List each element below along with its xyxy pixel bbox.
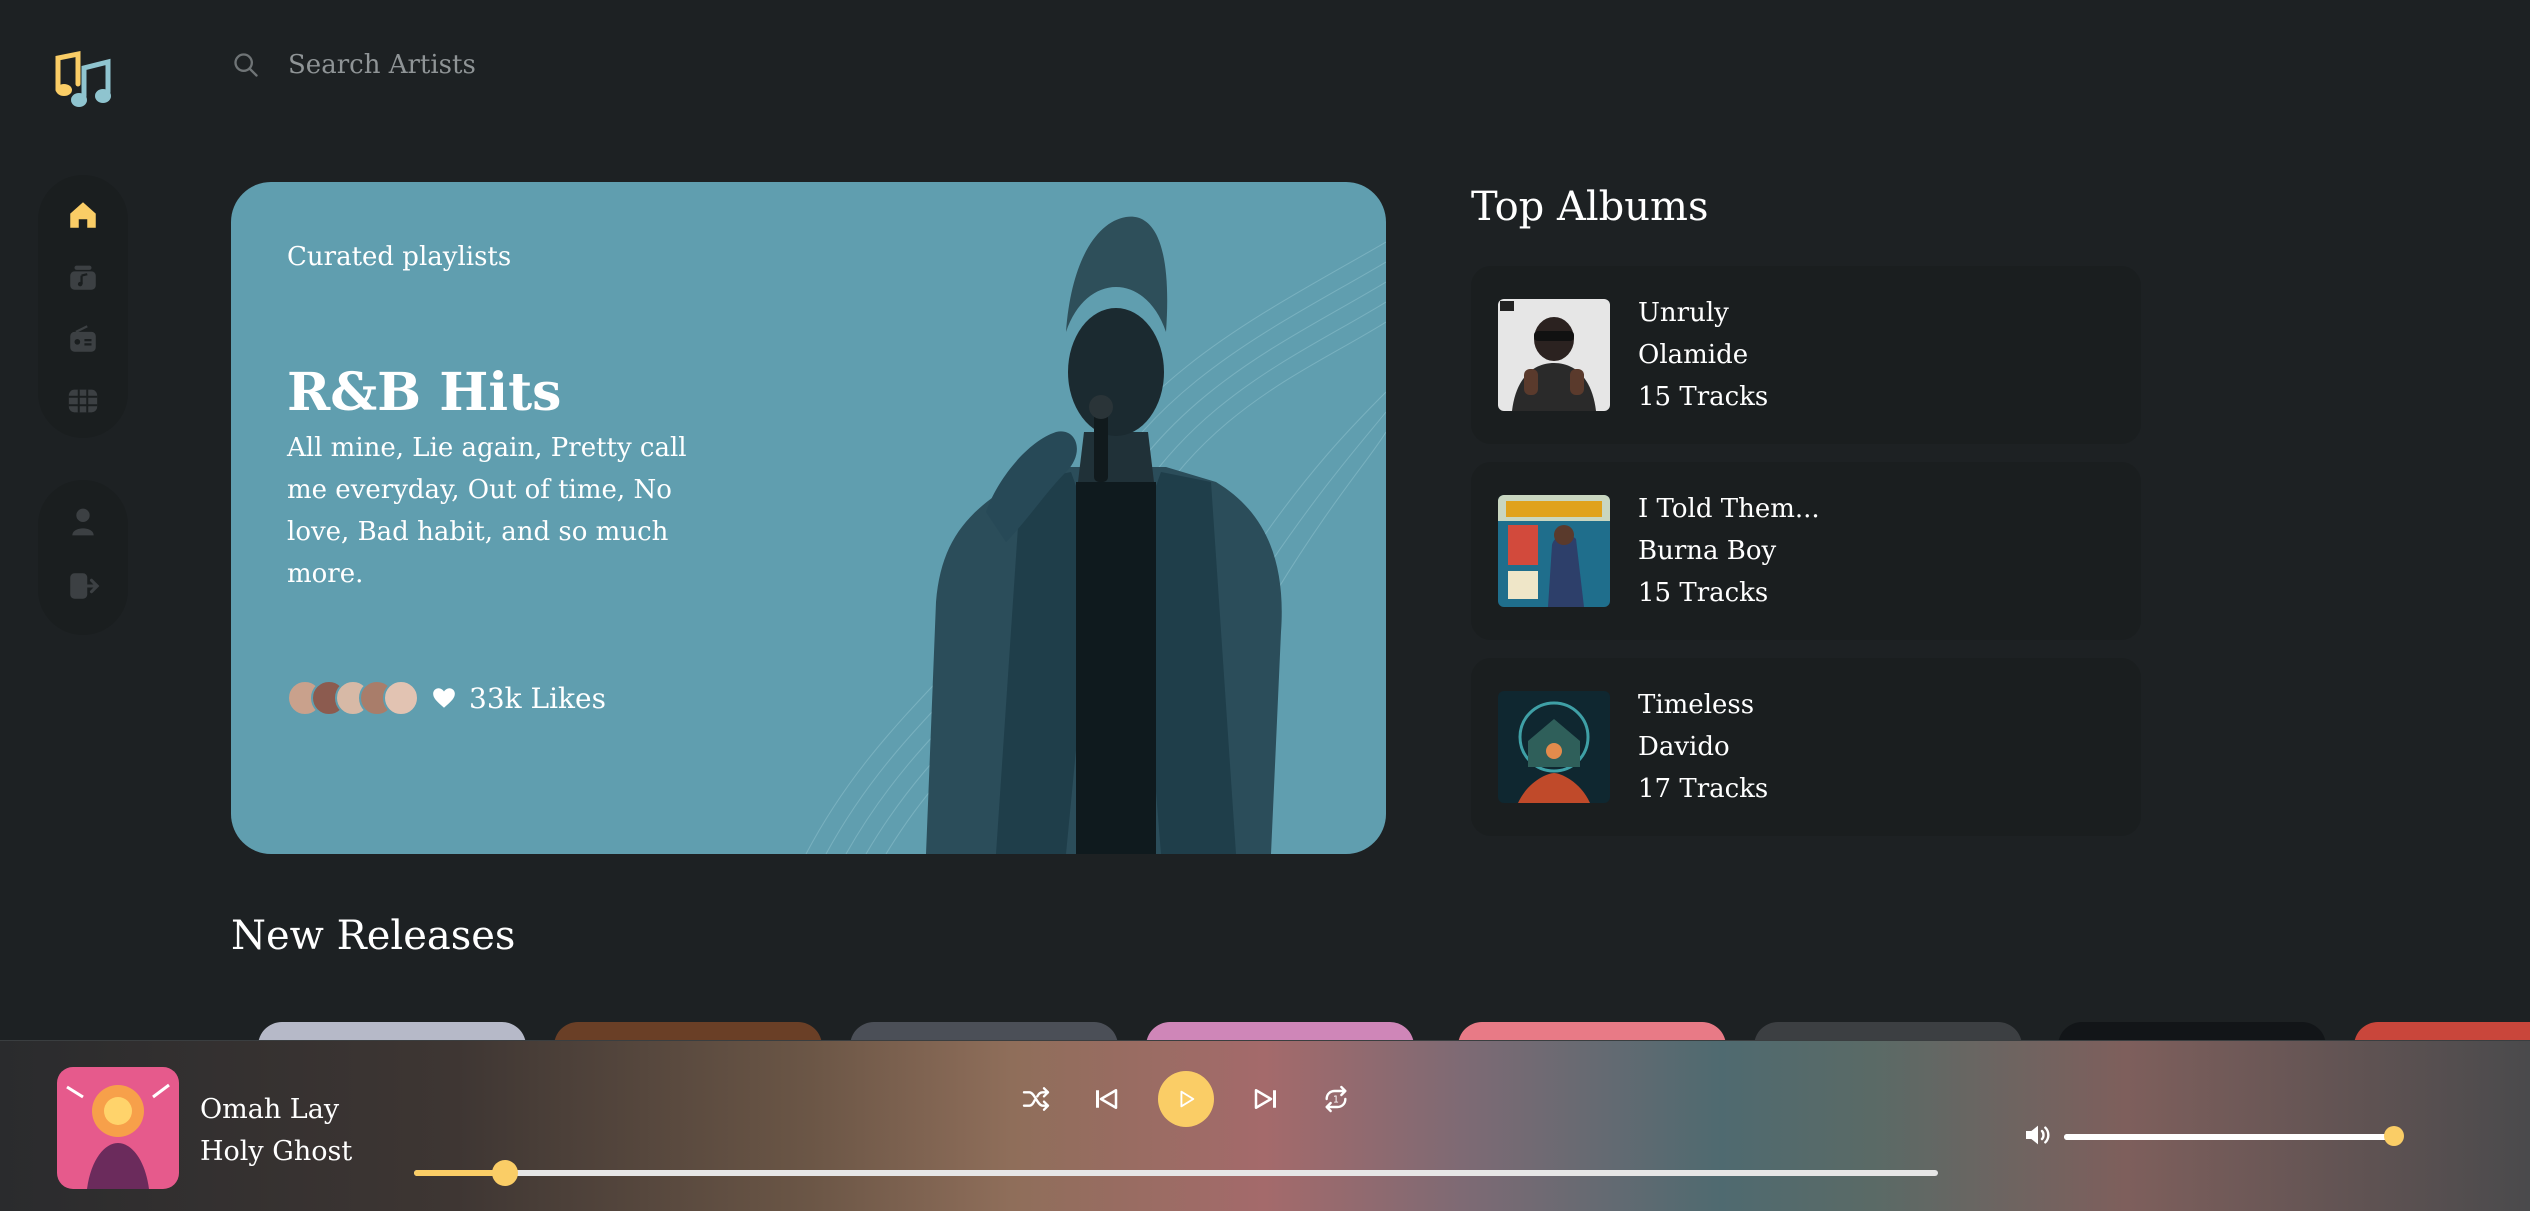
- heart-icon[interactable]: [431, 685, 457, 711]
- album-card[interactable]: Timeless Davido 17 Tracks: [1471, 658, 2141, 836]
- radio-icon: [70, 325, 96, 352]
- account-nav: [38, 480, 128, 635]
- nav-profile[interactable]: [65, 504, 101, 540]
- skip-previous-icon: [1096, 1089, 1118, 1109]
- now-playing-info: Omah Lay Holy Ghost: [200, 1089, 352, 1173]
- artist-photo: [805, 216, 1386, 854]
- listener-avatars: [287, 680, 419, 716]
- album-card[interactable]: Unruly Olamide 15 Tracks: [1471, 266, 2141, 444]
- nav-radio[interactable]: [65, 321, 101, 357]
- progress-slider[interactable]: [414, 1160, 1938, 1186]
- next-button[interactable]: [1248, 1081, 1284, 1117]
- search-icon: [234, 53, 258, 77]
- album-card[interactable]: I Told Them... Burna Boy 15 Tracks: [1471, 462, 2141, 640]
- logout-icon: [70, 573, 100, 599]
- app-logo-icon: [55, 50, 111, 107]
- search-bar: [232, 50, 808, 80]
- release-card[interactable]: [1458, 1022, 1726, 1042]
- previous-button[interactable]: [1088, 1081, 1124, 1117]
- volume-thumb[interactable]: [2384, 1126, 2404, 1146]
- album-title: Unruly: [1638, 298, 1729, 328]
- home-icon: [70, 202, 96, 228]
- skip-next-icon: [1254, 1089, 1276, 1109]
- avatar: [383, 680, 419, 716]
- volume-fill: [2064, 1134, 2394, 1140]
- new-releases-title: New Releases: [231, 913, 516, 959]
- top-albums-title: Top Albums: [1471, 184, 1709, 230]
- album-artist: Olamide: [1638, 340, 1749, 370]
- volume-icon[interactable]: [2022, 1119, 2054, 1151]
- svg-text:1: 1: [1333, 1094, 1339, 1105]
- release-card[interactable]: [2354, 1022, 2530, 1042]
- videos-icon: [68, 389, 98, 413]
- likes-count: 33k Likes: [469, 681, 606, 715]
- repeat-one-icon: 1: [1325, 1085, 1347, 1113]
- new-releases-row: [258, 1022, 2530, 1042]
- nav-logout[interactable]: [65, 568, 101, 604]
- album-tracks: 15 Tracks: [1638, 578, 1769, 608]
- album-cover: [1498, 299, 1610, 411]
- search-input[interactable]: [288, 50, 808, 80]
- likes-row: 33k Likes: [287, 680, 606, 716]
- music-library-icon: [70, 265, 96, 290]
- repeat-button[interactable]: 1: [1318, 1081, 1354, 1117]
- volume-slider[interactable]: [2064, 1126, 2404, 1146]
- album-cover: [1498, 495, 1610, 607]
- hero-description: All mine, Lie again, Pretty call me ever…: [287, 433, 687, 589]
- shuffle-button[interactable]: [1018, 1081, 1054, 1117]
- hero-title: R&B Hits: [287, 362, 562, 423]
- featured-playlist-card[interactable]: Curated playlists R&B Hits All mine, Lie…: [231, 182, 1386, 854]
- music-player: Omah Lay Holy Ghost 1: [0, 1040, 2530, 1211]
- now-playing-cover: [57, 1067, 179, 1189]
- shuffle-icon: [1022, 1087, 1050, 1111]
- play-icon: [1180, 1090, 1195, 1108]
- album-title: I Told Them...: [1638, 494, 1820, 524]
- now-playing-song: Holy Ghost: [200, 1136, 353, 1167]
- album-cover: [1498, 691, 1610, 803]
- release-card[interactable]: [258, 1022, 526, 1042]
- now-playing-artist: Omah Lay: [200, 1094, 340, 1125]
- album-tracks: 15 Tracks: [1638, 382, 1769, 412]
- album-title: Timeless: [1638, 690, 1755, 720]
- profile-icon: [72, 508, 94, 536]
- album-info: Timeless Davido 17 Tracks: [1638, 689, 1768, 805]
- release-card[interactable]: [1146, 1022, 1414, 1042]
- release-card[interactable]: [554, 1022, 822, 1042]
- release-card[interactable]: [850, 1022, 1118, 1042]
- playback-controls: 1: [1018, 1071, 1354, 1127]
- hero-label: Curated playlists: [287, 242, 512, 272]
- progress-thumb[interactable]: [492, 1160, 519, 1186]
- nav-videos[interactable]: [65, 383, 101, 419]
- release-card[interactable]: [2058, 1022, 2326, 1042]
- album-info: Unruly Olamide 15 Tracks: [1638, 297, 1768, 413]
- release-card[interactable]: [1754, 1022, 2022, 1042]
- nav-home[interactable]: [65, 197, 101, 233]
- album-tracks: 17 Tracks: [1638, 774, 1769, 804]
- album-artist: Davido: [1638, 732, 1730, 762]
- play-button[interactable]: [1158, 1071, 1214, 1127]
- album-artist: Burna Boy: [1638, 536, 1777, 566]
- main-nav: [38, 175, 128, 438]
- nav-music-library[interactable]: [65, 259, 101, 295]
- album-info: I Told Them... Burna Boy 15 Tracks: [1638, 493, 1820, 609]
